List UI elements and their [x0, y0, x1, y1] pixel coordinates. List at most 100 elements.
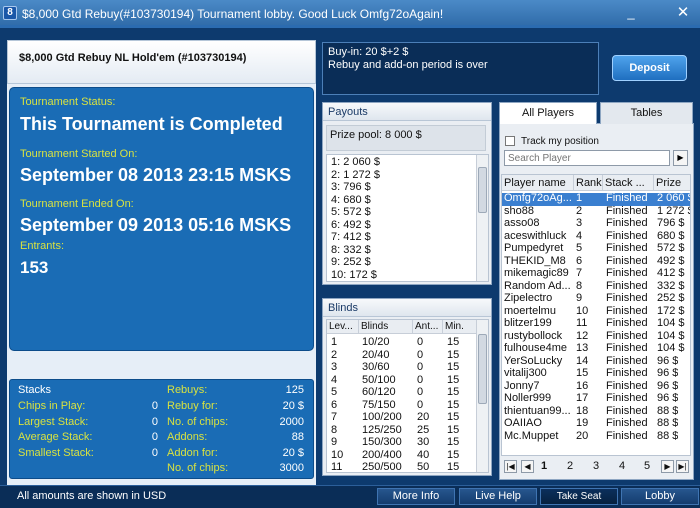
prev-page-button[interactable]: ◀ [521, 460, 534, 473]
players-table[interactable]: Player name Rank Stack ... Prize Omfg72o… [501, 174, 691, 456]
list-item: 1: 2 060 $ [331, 156, 380, 168]
last-page-button[interactable]: ▶| [676, 460, 689, 473]
title-bar: 8 $8,000 Gtd Rebuy(#103730194) Tournamen… [0, 0, 700, 28]
blinds-table[interactable]: Lev... Blinds Ant... Min. 1 10/20 0 15 2 20/4… [326, 319, 489, 473]
scrollbar-thumb[interactable] [478, 167, 487, 213]
list-item: 3: 796 $ [331, 181, 371, 193]
page-5-link[interactable]: 5 [644, 460, 650, 472]
rank-cell: 9 [576, 292, 583, 304]
payout-list[interactable]: 1: 2 060 $ 2: 1 272 $ 3: 796 $ 4: 680 $ … [326, 154, 489, 282]
title-divider [0, 25, 700, 28]
column-header-player-name[interactable]: Player name [502, 175, 574, 191]
average-stack-label: Average Stack: [18, 431, 93, 443]
rank-cell: 11 [576, 317, 588, 329]
blinds-scrollbar[interactable] [476, 320, 488, 472]
lobby-button[interactable]: Lobby [621, 488, 699, 505]
rank-cell: 19 [576, 417, 589, 429]
live-help-button[interactable]: Live Help [459, 488, 537, 505]
track-position-label: Track my position [521, 136, 599, 147]
deposit-button[interactable]: Deposit [612, 55, 687, 81]
table-row[interactable]: Mc.Muppet 20 Finished 88 $ [502, 429, 690, 444]
addons-value: 88 [291, 431, 304, 443]
pagination: |◀ ◀ 1 2 3 4 5 ▶ ▶| [501, 458, 691, 476]
minutes-cell: 15 [447, 398, 460, 411]
take-seat-button[interactable]: Take Seat [540, 488, 618, 505]
column-header-level[interactable]: Lev... [327, 320, 359, 334]
search-player-input[interactable] [504, 150, 670, 166]
stack-cell: Finished [606, 417, 648, 429]
page-3-link[interactable]: 3 [593, 460, 599, 472]
column-header-blinds[interactable]: Blinds [359, 320, 413, 334]
tab-all-players[interactable]: All Players [499, 102, 597, 124]
footer-bar: All amounts are shown in USD More Info L… [0, 485, 700, 508]
ante-cell: 50 [417, 461, 430, 473]
list-item: 7: 412 $ [331, 231, 371, 243]
close-button[interactable]: ✕ [672, 4, 694, 22]
ante-cell: 40 [417, 448, 430, 461]
column-header-stack[interactable]: Stack ... [603, 175, 654, 191]
player-name-cell: YerSoLucky [504, 354, 563, 367]
minutes-cell: 15 [447, 423, 460, 436]
player-name-cell: THEKID_M8 [504, 254, 566, 267]
stack-cell: Finished [606, 317, 648, 329]
prize-cell: 680 $ [657, 229, 685, 242]
addon-chips-label: No. of chips: [167, 462, 229, 474]
tab-tables[interactable]: Tables [600, 102, 693, 124]
rebuy-chips-value: 2000 [279, 416, 304, 428]
rank-cell: 13 [576, 342, 589, 354]
stack-cell: Finished [606, 229, 648, 242]
rank-cell: 12 [576, 329, 589, 342]
rebuy-for-label: Rebuy for: [167, 400, 218, 412]
blind-level-cell: 5 [331, 386, 338, 398]
player-name-cell: rustybollock [504, 329, 563, 342]
column-header-ante[interactable]: Ant... [413, 320, 443, 334]
status-value: This Tournament is Completed [20, 114, 283, 134]
prize-cell: 104 $ [657, 329, 685, 342]
next-page-button[interactable]: ▶ [661, 460, 674, 473]
stack-cell: Finished [606, 329, 648, 342]
player-name-cell: Zipelectro [504, 292, 553, 304]
payouts-scrollbar[interactable] [476, 155, 488, 281]
blind-level-cell: 11 [331, 461, 343, 473]
rebuy-chips-label: No. of chips: [167, 416, 229, 428]
blind-amount-cell: 20/40 [362, 348, 390, 361]
rank-cell: 4 [576, 229, 583, 242]
average-stack-value: 0 [151, 431, 158, 443]
prize-cell: 2 060 $ [657, 192, 691, 204]
prize-cell: 252 $ [657, 292, 685, 304]
prize-pool: Prize pool: 8 000 $ [326, 125, 486, 151]
player-name-cell: aceswithluck [504, 229, 567, 242]
scrollbar-thumb[interactable] [478, 334, 487, 404]
search-go-button[interactable]: ▶ [673, 150, 688, 166]
player-name-cell: moertelmu [504, 304, 556, 317]
page-1-link[interactable]: 1 [541, 460, 547, 472]
blind-level-cell: 8 [331, 423, 338, 436]
blind-level-cell: 10 [331, 448, 344, 461]
column-header-rank[interactable]: Rank [574, 175, 603, 191]
player-name-cell: Mc.Muppet [504, 429, 559, 442]
prize-cell: 1 272 $ [657, 204, 691, 217]
blind-amount-cell: 250/500 [362, 461, 402, 473]
ante-cell: 20 [417, 411, 430, 423]
column-header-prize[interactable]: Prize [654, 175, 690, 191]
column-header-min[interactable]: Min. [443, 320, 477, 334]
rank-cell: 6 [576, 254, 583, 267]
rank-cell: 1 [576, 192, 583, 204]
more-info-button[interactable]: More Info [377, 488, 455, 505]
rank-cell: 16 [576, 379, 589, 392]
prize-cell: 96 $ [657, 354, 679, 367]
track-position-checkbox[interactable] [505, 136, 515, 146]
minutes-cell: 15 [447, 461, 460, 473]
first-page-button[interactable]: |◀ [504, 460, 517, 473]
rebuy-for-value: 20 $ [282, 400, 304, 412]
player-name-cell: mikemagic89 [504, 267, 569, 279]
rebuys-label: Rebuys: [167, 384, 208, 396]
page-4-link[interactable]: 4 [619, 460, 625, 472]
minimize-button[interactable]: _ [620, 4, 642, 22]
prize-cell: 172 $ [657, 304, 685, 317]
tournament-lobby-window: 8 $8,000 Gtd Rebuy(#103730194) Tournamen… [0, 0, 700, 508]
rank-cell: 2 [576, 204, 583, 217]
page-2-link[interactable]: 2 [567, 460, 573, 472]
stack-cell: Finished [606, 242, 648, 254]
rebuy-period-text: Rebuy and add-on period is over [328, 59, 488, 71]
